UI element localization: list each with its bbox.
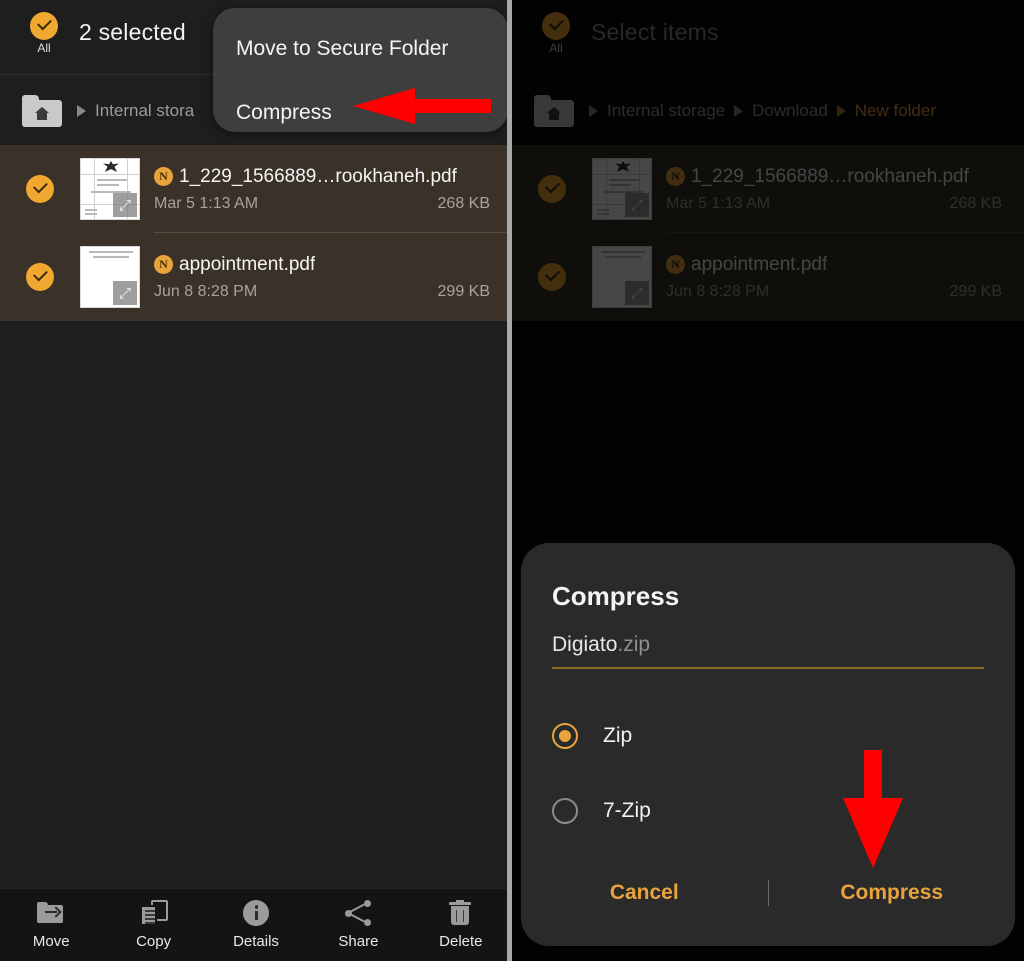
- compress-dialog: Compress Digiato.zip Zip 7-Zip Cancel Co…: [521, 543, 1015, 946]
- details-button[interactable]: Details: [205, 900, 307, 950]
- delete-button[interactable]: Delete: [410, 900, 512, 950]
- format-option-zip[interactable]: Zip: [552, 723, 632, 749]
- table-row[interactable]: ⤢ N appointment.pdf Jun 8 8:28 PM 299 KB: [0, 233, 512, 321]
- file-name: appointment.pdf: [179, 253, 316, 275]
- menu-item-compress[interactable]: Compress: [236, 101, 332, 125]
- table-row[interactable]: ⤢ N 1_229_1566889…rookhaneh.pdf Mar 5 1:…: [0, 145, 512, 233]
- file-date: Mar 5 1:13 AM: [154, 194, 259, 212]
- compress-confirm-button[interactable]: Compress: [769, 881, 1016, 905]
- row-checkbox[interactable]: [0, 175, 80, 203]
- copy-label: Copy: [136, 933, 172, 950]
- filename-field[interactable]: Digiato.zip: [552, 633, 984, 669]
- dialog-title: Compress: [552, 581, 680, 611]
- move-label: Move: [32, 933, 70, 950]
- row-checkbox[interactable]: [0, 263, 80, 291]
- cancel-button[interactable]: Cancel: [521, 881, 768, 905]
- chevron-right-icon: [77, 104, 86, 117]
- arrow-pointing-compress-button: [843, 750, 903, 868]
- expand-icon[interactable]: ⤢: [113, 281, 137, 305]
- field-underline: [552, 667, 984, 669]
- page-title: 2 selected: [79, 19, 186, 45]
- radio-unselected-icon[interactable]: [552, 798, 578, 824]
- filename-extension: .zip: [617, 633, 651, 656]
- move-to-folder-icon: [37, 900, 65, 926]
- info-icon: [242, 900, 270, 926]
- file-info: N 1_229_1566889…rookhaneh.pdf Mar 5 1:13…: [154, 166, 512, 213]
- share-icon: [344, 900, 372, 926]
- home-folder-icon[interactable]: [22, 94, 62, 127]
- copy-icon: [139, 900, 168, 926]
- copy-button[interactable]: Copy: [102, 900, 204, 950]
- screenshot-root: All 2 selected Internal stora ⤢ N 1_229_…: [0, 0, 1024, 961]
- panel-divider: [507, 0, 512, 961]
- dialog-actions: Cancel Compress: [521, 868, 1015, 918]
- filename-input-value[interactable]: Digiato: [552, 633, 617, 656]
- file-size: 299 KB: [437, 282, 490, 300]
- new-badge-icon: N: [154, 167, 173, 186]
- format-option-7zip[interactable]: 7-Zip: [552, 798, 651, 824]
- radio-selected-icon[interactable]: [552, 723, 578, 749]
- share-label: Share: [338, 933, 379, 950]
- delete-label: Delete: [439, 933, 483, 950]
- format-option-7zip-label: 7-Zip: [603, 799, 651, 822]
- format-option-zip-label: Zip: [603, 724, 633, 747]
- file-size: 268 KB: [437, 194, 490, 212]
- select-all-label: All: [37, 41, 51, 55]
- file-date: Jun 8 8:28 PM: [154, 282, 258, 300]
- file-name: 1_229_1566889…rookhaneh.pdf: [179, 165, 457, 187]
- share-button[interactable]: Share: [307, 900, 409, 950]
- file-thumbnail: ⤢: [80, 158, 140, 220]
- left-panel: All 2 selected Internal stora ⤢ N 1_229_…: [0, 0, 512, 961]
- new-badge-icon: N: [154, 255, 173, 274]
- file-info: N appointment.pdf Jun 8 8:28 PM 299 KB: [154, 254, 512, 301]
- trash-icon: [447, 900, 475, 926]
- circle-check-icon: [26, 263, 54, 291]
- details-label: Details: [233, 933, 279, 950]
- select-all-button[interactable]: All: [28, 12, 60, 55]
- file-thumbnail: ⤢: [80, 246, 140, 308]
- expand-icon[interactable]: ⤢: [113, 193, 137, 217]
- action-toolbar: Move Copy Details Share Delete: [0, 888, 512, 961]
- breadcrumb-item-internal-storage[interactable]: Internal stora: [95, 101, 194, 121]
- circle-check-icon: [30, 12, 58, 40]
- move-button[interactable]: Move: [0, 900, 102, 950]
- circle-check-icon: [26, 175, 54, 203]
- menu-item-move-to-secure-folder[interactable]: Move to Secure Folder: [236, 37, 448, 61]
- file-list: ⤢ N 1_229_1566889…rookhaneh.pdf Mar 5 1:…: [0, 145, 512, 321]
- arrow-pointing-compress-menu-item: [353, 88, 491, 124]
